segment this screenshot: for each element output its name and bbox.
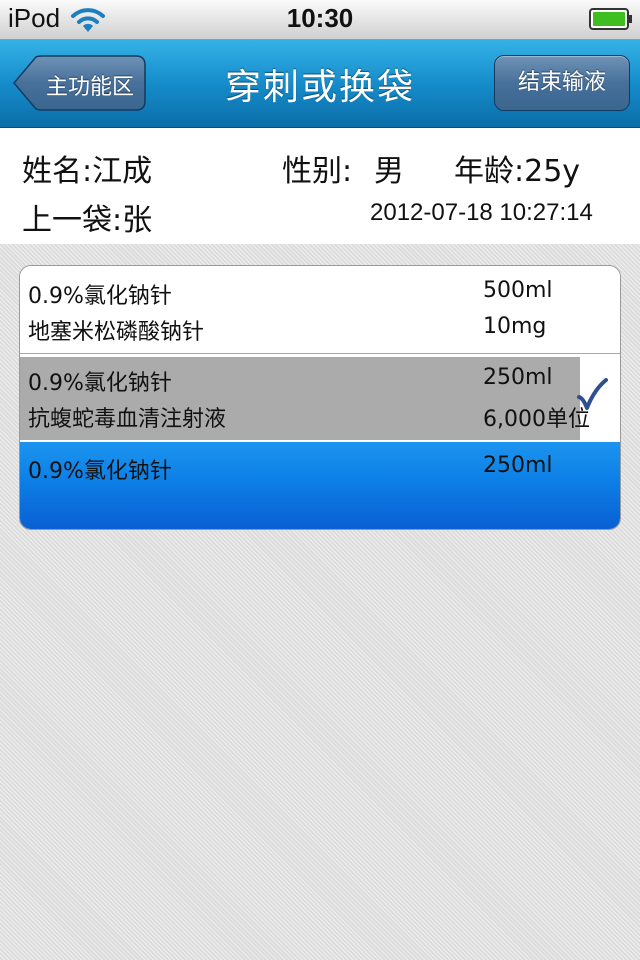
bag-row[interactable]: 0.9%氯化钠针 500ml 地塞米松磷酸钠针 10mg [20, 266, 620, 354]
gender-label: 性别: [282, 154, 353, 189]
patient-name: 姓名:江成 [22, 154, 153, 189]
back-button-label: 主功能区 [45, 75, 134, 100]
medicine-name: 抗蝮蛇毒血清注射液 [28, 407, 227, 432]
medicine-name: 0.9%氯化钠针 [28, 284, 172, 309]
patient-age: 年龄:25y [454, 154, 581, 189]
bag-row-selected[interactable]: 0.9%氯化钠针 250ml [20, 442, 620, 529]
medicine-dose: 250ml [483, 453, 553, 478]
end-infusion-button[interactable]: 结束输液 [494, 55, 630, 111]
battery-icon [589, 8, 632, 30]
last-bag-time: 2012-07-18 10:27:14 [370, 199, 593, 226]
bag-list: 0.9%氯化钠针 500ml 地塞米松磷酸钠针 10mg 0.9%氯化钠针 25… [19, 265, 621, 530]
medicine-dose: 500ml [483, 278, 553, 303]
gender-value: 男 [374, 154, 404, 189]
last-bag-label: 上一袋:张 [22, 203, 153, 238]
medicine-dose: 6,000单位 [483, 407, 590, 432]
medicine-name: 地塞米松磷酸钠针 [28, 320, 205, 345]
checkmark-icon [577, 378, 608, 410]
page-title: 穿刺或换袋 [224, 67, 415, 108]
navigation-bar: 主功能区 穿刺或换袋 结束输液 [0, 40, 640, 128]
clock: 10:30 [286, 3, 354, 33]
back-button[interactable]: 主功能区 [12, 55, 146, 111]
bag-row[interactable]: 0.9%氯化钠针 250ml 抗蝮蛇毒血清注射液 6,000单位 [20, 354, 620, 442]
medicine-name: 0.9%氯化钠针 [28, 459, 172, 484]
medicine-dose: 10mg [483, 314, 547, 339]
patient-info: 姓名:江成 性别: 男 年龄:25y 上一袋:张 2012-07-18 10:2… [0, 128, 640, 244]
medicine-name: 0.9%氯化钠针 [28, 371, 172, 396]
status-bar: iPod 10:30 [0, 0, 640, 40]
medicine-dose: 250ml [483, 365, 553, 390]
